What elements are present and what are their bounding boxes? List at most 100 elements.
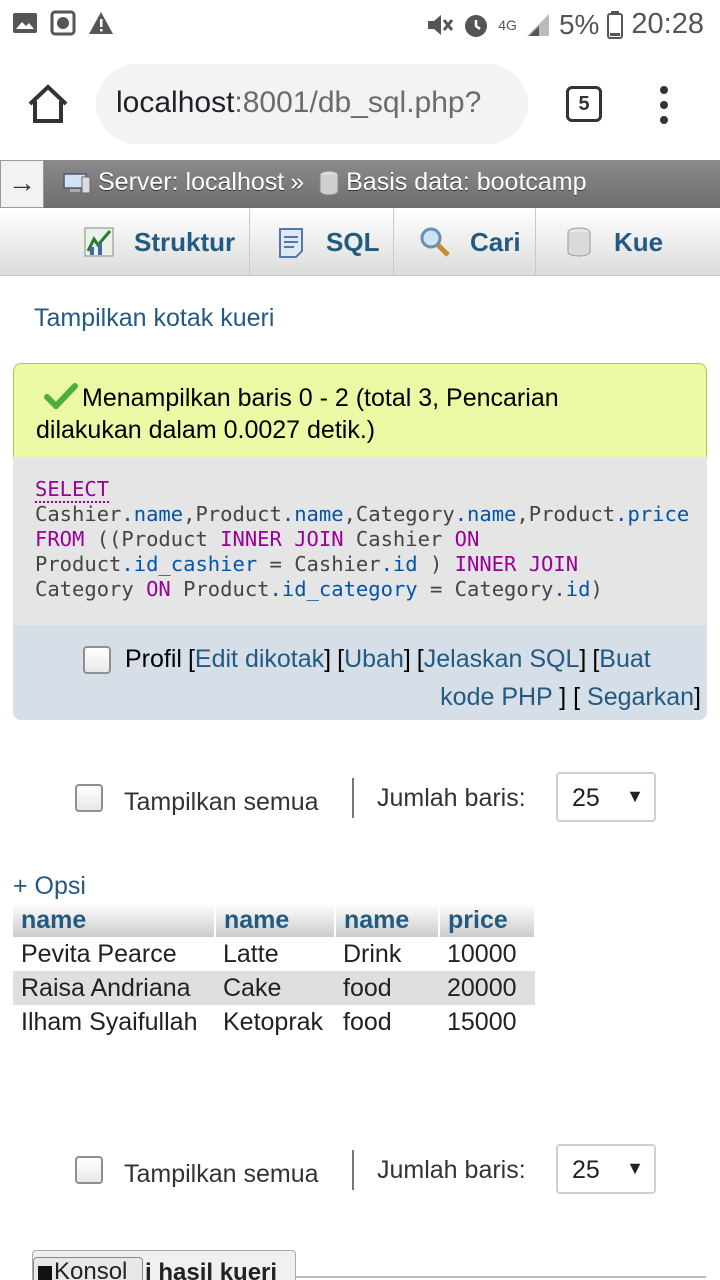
table-cell: food xyxy=(343,1007,392,1036)
column-header[interactable]: name xyxy=(13,903,216,937)
sql-keyword: ON xyxy=(454,527,480,551)
create-php-link[interactable]: Buat xyxy=(599,645,650,674)
main-tab-bar: Struktur SQL Cari Kue xyxy=(0,208,720,276)
sql-token: .id_cashier xyxy=(121,552,258,576)
sql-keyword: INNER JOIN xyxy=(454,552,579,576)
table-row[interactable]: Ilham Syaifullah Ketoprak food 15000 xyxy=(13,1005,535,1039)
rows-count-value: 25 xyxy=(572,784,600,812)
database-icon xyxy=(319,170,339,195)
console-icon xyxy=(38,1266,52,1280)
table-cell: 20000 xyxy=(439,971,535,1005)
rows-count-label: Jumlah baris: xyxy=(377,784,526,812)
battery-percent: 5% xyxy=(558,8,600,40)
tab-sql[interactable]: SQL xyxy=(250,208,394,275)
overflow-menu-icon[interactable] xyxy=(656,86,672,126)
table-cell: Ilham Syaifullah xyxy=(21,1007,198,1036)
tab-search[interactable]: Cari xyxy=(394,208,536,275)
status-bar: 4G 5% 20:28 xyxy=(0,0,720,50)
sql-token: .id xyxy=(380,552,418,576)
show-all-checkbox[interactable] xyxy=(75,1156,103,1184)
tab-structure-label: Struktur xyxy=(134,226,236,257)
console-button[interactable]: Konsol xyxy=(33,1257,143,1280)
sql-token: .id xyxy=(553,577,591,601)
divider xyxy=(352,778,354,818)
create-php-link-cont[interactable]: kode PHP xyxy=(440,683,552,711)
browser-toolbar: localhost:8001/db_sql.php? 5 xyxy=(0,50,720,160)
column-header[interactable]: name xyxy=(335,903,440,937)
table-cell: Cake xyxy=(215,971,335,1005)
nav-toggle-arrow-icon[interactable]: → xyxy=(0,160,44,208)
tab-switcher-button[interactable]: 5 xyxy=(566,86,602,122)
show-all-checkbox[interactable] xyxy=(75,784,103,812)
column-header[interactable]: price xyxy=(439,903,536,937)
refresh-link[interactable]: Segarkan xyxy=(587,683,694,711)
table-cell: Latte xyxy=(223,939,279,968)
show-query-box-link[interactable]: Tampilkan kotak kueri xyxy=(34,304,274,333)
sql-token: .id_category xyxy=(269,577,418,601)
sql-icon xyxy=(279,228,303,258)
alarm-icon xyxy=(465,14,488,37)
profiling-checkbox[interactable] xyxy=(83,645,111,674)
sql-token: ) xyxy=(417,552,455,576)
search-icon xyxy=(420,227,450,257)
sql-keyword: INNER JOIN xyxy=(220,527,344,551)
options-link[interactable]: + Opsi xyxy=(13,872,86,901)
explain-sql-link[interactable]: Jelaskan SQL xyxy=(424,645,580,674)
warning-icon xyxy=(89,12,113,34)
tab-structure[interactable]: Struktur xyxy=(0,208,250,275)
sql-token: = Category xyxy=(417,577,554,601)
server-icon xyxy=(63,172,91,193)
result-navigation-bottom: Tampilkan semua Jumlah baris: 25 ▼ xyxy=(0,1144,720,1204)
tab-query-label: Kue xyxy=(614,226,664,257)
sql-keyword: FROM xyxy=(35,527,85,551)
rows-count-select[interactable]: 25 ▼ xyxy=(556,772,656,822)
edit-inline-link[interactable]: Edit dikotak xyxy=(195,645,324,674)
result-navigation-top: Tampilkan semua Jumlah baris: 25 ▼ xyxy=(0,772,720,832)
dropdown-arrow-icon: ▼ xyxy=(626,786,644,806)
sql-token: ) xyxy=(590,577,603,601)
profiling-label: Profil xyxy=(125,645,182,673)
table-cell: Raisa Andriana xyxy=(13,971,215,1005)
success-message-text: Menampilkan baris 0 - 2 (total 3, Pencar… xyxy=(36,384,559,444)
table-cell: Ketoprak xyxy=(223,1007,324,1036)
dropdown-arrow-icon: ▼ xyxy=(626,1158,644,1178)
table-row[interactable]: Pevita Pearce Latte Drink 10000 xyxy=(13,937,535,971)
sql-token: .price xyxy=(615,502,690,526)
table-cell: food xyxy=(335,971,439,1005)
edit-link[interactable]: Ubah xyxy=(344,645,404,674)
table-row[interactable]: Raisa Andriana Cake food 20000 xyxy=(13,971,535,1005)
url-host: localhost xyxy=(116,86,235,119)
rows-count-value: 25 xyxy=(572,1156,600,1184)
image-icon xyxy=(13,13,37,33)
sql-token: ,Category xyxy=(343,502,455,526)
console-query-results-label[interactable]: i hasil kueri xyxy=(145,1259,277,1280)
rows-count-select[interactable]: 25 ▼ xyxy=(556,1144,656,1194)
table-cell: Drink xyxy=(343,939,402,968)
query-icon xyxy=(567,227,591,257)
rows-count-label: Jumlah baris: xyxy=(377,1156,526,1184)
network-type: 4G xyxy=(498,16,517,33)
sql-token: .name xyxy=(281,502,344,526)
breadcrumb-server[interactable]: Server: localhost xyxy=(98,168,284,197)
sql-token: Product xyxy=(35,552,122,576)
sql-token: Product xyxy=(170,577,270,601)
console-panel-tab: Konsol i hasil kueri xyxy=(32,1250,296,1280)
home-icon[interactable] xyxy=(26,82,70,126)
table-header-row: name name name price xyxy=(13,903,536,937)
url-path: :8001/db_sql.php? xyxy=(234,86,482,119)
query-actions-box: Profil [Edit dikotak] [ Ubah ] [ Jelaska… xyxy=(13,625,707,720)
column-header[interactable]: name xyxy=(215,903,336,937)
sql-query-display: SELECT Cashier.name,Product.name,Categor… xyxy=(13,457,707,625)
tab-query[interactable]: Kue xyxy=(536,208,720,275)
breadcrumb-database[interactable]: Basis data: bootcamp xyxy=(346,168,586,197)
clock: 20:28 xyxy=(631,8,704,40)
breadcrumb: → Server: localhost » Basis data: bootca… xyxy=(0,160,720,208)
sql-keyword[interactable]: SELECT xyxy=(35,477,110,503)
table-cell: Pevita Pearce xyxy=(21,939,177,968)
result-table: name name name price Pevita Pearce Latte… xyxy=(13,903,536,1039)
sql-token: = Cashier xyxy=(257,552,381,576)
signal-icon xyxy=(526,13,549,36)
console-divider xyxy=(296,1276,706,1280)
battery-icon xyxy=(607,10,624,39)
url-bar[interactable]: localhost:8001/db_sql.php? xyxy=(96,64,528,144)
